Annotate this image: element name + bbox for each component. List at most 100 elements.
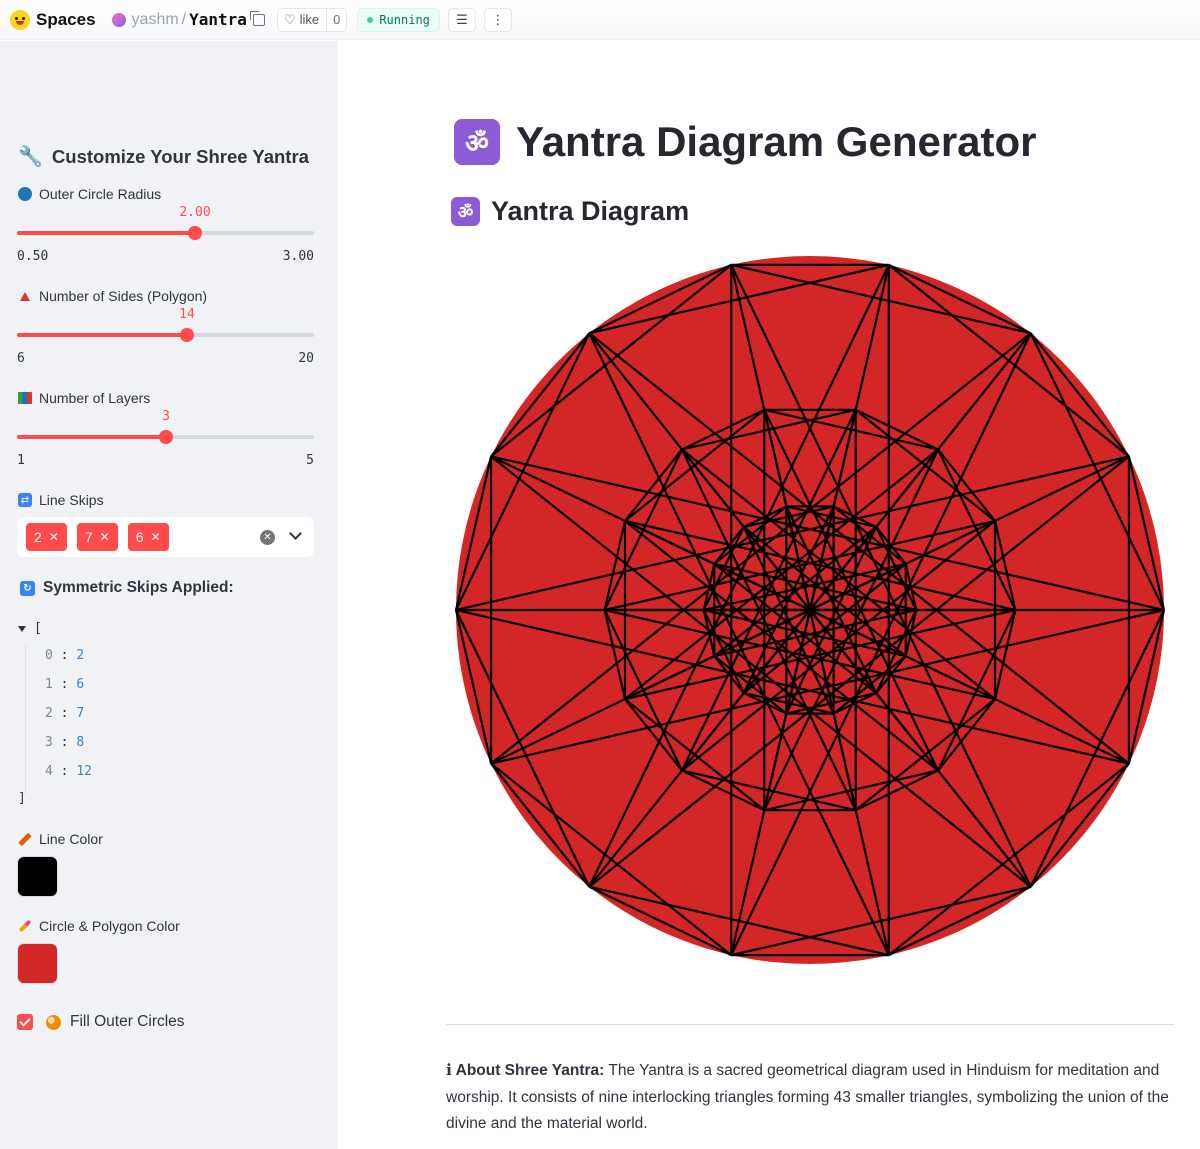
json-key: 1 [45,677,53,692]
skip-chip[interactable]: 7 ✕ [76,523,118,551]
repeat-icon: ↻ [20,580,35,596]
caret-down-icon[interactable] [18,625,26,632]
fill-color-label-text: Circle & Polygon Color [39,918,180,934]
sidebar: 🔧 Customize Your Shree Yantra Outer Circ… [0,41,338,1149]
line-color-label: Line Color [18,831,103,847]
layers-max: 5 [306,453,314,468]
path-separator: / [181,10,187,28]
json-body: 0 : 2 1 : 6 2 : 7 3 : 8 4 : 12 [25,644,92,794]
layers-label: Number of Layers [18,390,150,406]
sidebar-title: 🔧 Customize Your Shree Yantra [18,144,309,169]
checkbox-label: Fill Outer Circles [70,1013,185,1030]
page-title-text: Yantra Diagram Generator [516,118,1037,165]
json-item: 3 : 8 [45,735,84,750]
json-key: 3 [45,735,53,750]
slider-value: 14 [179,307,195,322]
json-close-bracket: ] [18,791,26,806]
logs-button[interactable]: ☰ [447,7,476,32]
chip-label: 6 [135,529,144,545]
remove-chip-icon[interactable]: ✕ [151,530,161,544]
skip-chip[interactable]: 2 ✕ [26,523,67,551]
line-skips-multiselect[interactable]: 2 ✕ 7 ✕ 6 ✕ ✕ [17,517,314,557]
json-item: 2 : 7 [45,706,84,721]
sides-label: Number of Sides (Polygon) [18,288,207,304]
copy-icon[interactable] [249,10,265,26]
chevron-down-icon[interactable] [289,527,302,540]
list-icon: ☰ [456,11,468,27]
user-avatar[interactable] [111,12,126,27]
json-value: 7 [76,706,85,721]
json-value: 6 [76,677,85,692]
symmetric-title-text: Symmetric Skips Applied: [43,579,234,596]
slider-fill [17,231,195,235]
json-toggle[interactable]: [ [18,621,42,636]
json-value: 12 [76,764,92,779]
slider-thumb[interactable] [180,328,194,342]
json-key: 4 [45,764,53,779]
slider-value: 3 [162,409,170,424]
json-colon: : [52,706,77,721]
line-color-picker[interactable] [17,856,58,897]
json-colon: : [52,677,77,692]
json-key: 2 [45,706,53,721]
page-title: ॐ Yantra Diagram Generator [454,118,1037,166]
om-icon: ॐ [454,119,500,165]
json-colon: : [52,648,77,663]
status-badge: Running [357,7,440,32]
status-dot-icon [367,16,374,23]
json-item: 4 : 12 [45,764,92,779]
layers-slider[interactable]: 3 [17,409,314,451]
layers-range: 1 5 [17,453,314,468]
checkbox-checked-icon[interactable] [17,1014,33,1030]
skips-label: ⇄ Line Skips [18,492,104,508]
like-button[interactable]: ♡ like 0 [276,7,348,32]
radius-range: 0.50 3.00 [17,249,314,264]
sides-slider[interactable]: 14 [17,307,314,349]
radius-slider[interactable]: 2.00 [17,205,314,247]
pencil-icon [18,832,32,846]
like-label: like [299,12,320,27]
sides-label-text: Number of Sides (Polygon) [39,288,208,304]
radius-min: 0.50 [17,249,49,264]
slider-thumb[interactable] [188,226,202,240]
line-color-label-text: Line Color [39,831,103,847]
fill-color-picker[interactable] [17,943,58,984]
blue-circle-icon [18,187,32,201]
remove-chip-icon[interactable]: ✕ [49,530,59,544]
skip-chip[interactable]: 6 ✕ [127,523,169,551]
slider-value: 2.00 [179,205,211,220]
json-key: 0 [45,648,53,663]
hugging-face-logo-icon[interactable] [10,9,30,30]
books-icon [18,392,32,404]
json-item: 1 : 6 [45,677,84,692]
skips-label-text: Line Skips [39,492,104,508]
radius-label-text: Outer Circle Radius [39,186,162,202]
chip-label: 2 [34,529,42,545]
more-options-button[interactable]: ⋮ [483,7,512,32]
layers-label-text: Number of Layers [39,390,151,406]
spaces-link[interactable]: Spaces [36,10,96,30]
json-open-bracket: [ [34,621,42,636]
sides-max: 20 [298,351,314,366]
section-title-text: Yantra Diagram [491,196,690,226]
user-link[interactable]: yashm [132,11,179,29]
clear-all-icon[interactable]: ✕ [260,530,275,545]
layers-min: 1 [17,453,25,468]
fill-color-label: Circle & Polygon Color [18,918,180,934]
fill-outer-circles-checkbox[interactable]: Fill Outer Circles [17,1013,185,1031]
remove-chip-icon[interactable]: ✕ [100,530,110,544]
palette-icon [46,1014,61,1030]
about-label: ℹ About Shree Yantra: [446,1062,605,1079]
json-item: 0 : 2 [45,648,84,663]
json-value: 2 [76,648,85,663]
more-vertical-icon: ⋮ [491,11,505,27]
repo-name-link[interactable]: Yantra [189,10,247,29]
json-colon: : [52,764,77,779]
sides-min: 6 [17,351,25,366]
slider-thumb[interactable] [159,430,173,444]
symmetric-skips-title: ↻ Symmetric Skips Applied: [20,579,234,597]
json-colon: : [52,735,77,750]
slider-fill [17,333,187,337]
radius-max: 3.00 [282,249,314,264]
top-bar: Spaces yashm / Yantra ♡ like 0 Running ☰ … [0,0,1200,40]
